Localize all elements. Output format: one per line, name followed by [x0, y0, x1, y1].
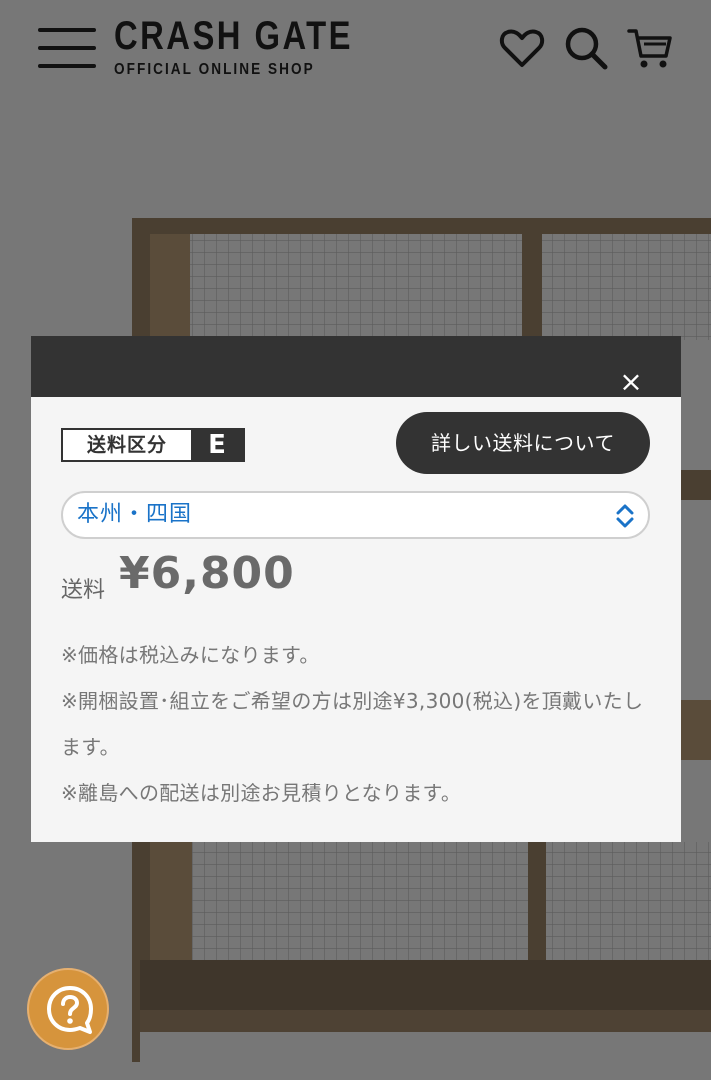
cart-icon[interactable]	[626, 24, 674, 72]
modal-header-bar: ×	[31, 336, 681, 397]
region-selected-value: 本州・四国	[77, 502, 193, 527]
help-chat-icon	[47, 986, 93, 1034]
hamburger-menu-icon[interactable]	[38, 28, 96, 68]
price-value: ¥6,800	[119, 548, 295, 599]
site-logo[interactable]: CRASH GATE OFFICIAL ONLINE SHOP	[114, 14, 405, 80]
search-icon[interactable]	[562, 24, 610, 72]
logo-main-text: CRASH GATE	[114, 14, 354, 58]
price-label: 送料	[61, 578, 106, 603]
heart-icon[interactable]	[498, 24, 546, 72]
shipping-notes: ※価格は税込みになります。 ※開梱設置･組立をご希望の方は別途¥3,300(税込…	[61, 632, 656, 816]
help-chat-button[interactable]	[27, 968, 109, 1050]
shipping-class-value: E	[191, 430, 243, 460]
note-remote-islands: ※離島への配送は別途お見積りとなります。	[61, 781, 462, 805]
note-tax-included: ※価格は税込みになります。	[61, 643, 320, 667]
note-assembly-fee: ※開梱設置･組立をご希望の方は別途¥3,300(税込)を頂戴いたします。	[61, 689, 644, 759]
region-select[interactable]: 本州・四国	[61, 491, 650, 539]
shipping-class-badge: 送料区分 E	[61, 428, 245, 462]
select-arrows-icon	[616, 504, 634, 528]
shipping-details-button[interactable]: 詳しい送料について	[396, 412, 650, 474]
site-header: CRASH GATE OFFICIAL ONLINE SHOP	[0, 0, 711, 96]
shipping-fee-modal: × 送料区分 E 詳しい送料について 本州・四国 送料 ¥6,800 ※価格は税…	[31, 336, 681, 842]
logo-sub-text: OFFICIAL ONLINE SHOP	[114, 61, 315, 78]
close-icon[interactable]: ×	[619, 368, 643, 396]
shipping-class-label: 送料区分	[86, 434, 167, 456]
